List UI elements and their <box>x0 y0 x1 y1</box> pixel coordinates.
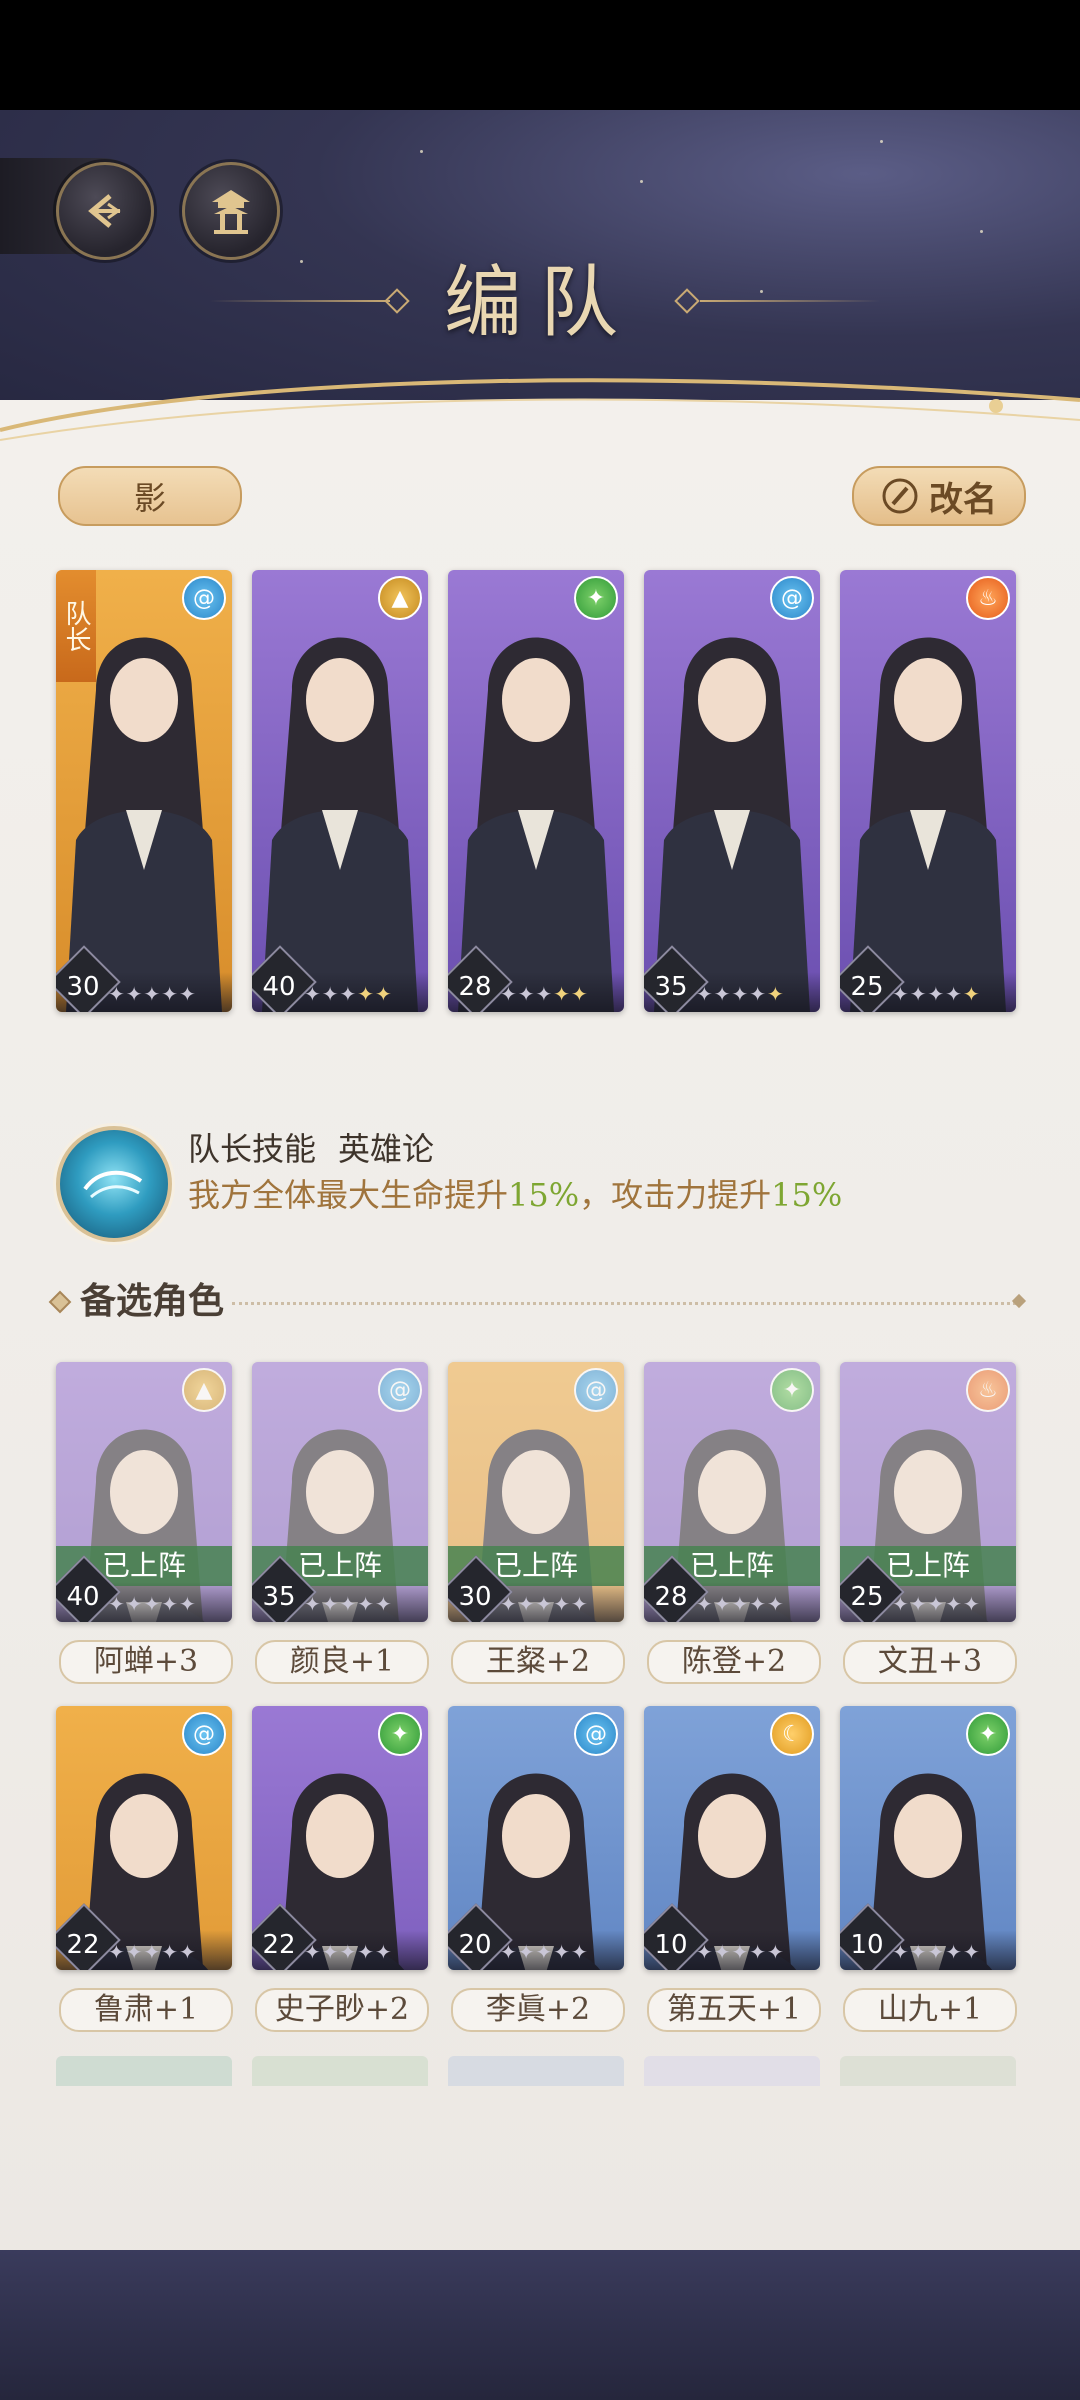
leader-tag: 队长 <box>56 570 96 682</box>
wood-element-icon: ✦ <box>378 1712 422 1756</box>
leader-skill-title: 队长技能 英雄论 <box>188 1124 434 1170</box>
star-rating: ✦✦✦✦✦ <box>304 1592 393 1616</box>
star-rating: ✦✦✦✦✦ <box>892 1592 981 1616</box>
footer-background <box>0 2250 1080 2400</box>
level-value: 35 <box>654 972 688 1002</box>
water-element-icon: @ <box>182 1712 226 1756</box>
earth-element-icon: ▲ <box>378 576 422 620</box>
bench-card[interactable]: @22 ✦✦✦✦✦ <box>56 1706 232 1970</box>
formation-slot-4[interactable]: @35 ✦✦✦✦✦ <box>644 570 820 1012</box>
formation-slot-3[interactable]: ✦ 28 ✦✦✦✦✦ <box>448 570 624 1012</box>
level-value: 10 <box>850 1930 884 1960</box>
skill-desc-part1: 我方全体最大生命提升 <box>188 1176 509 1214</box>
character-name: 山九+1 <box>843 1988 1017 2032</box>
star-rating: ✦✦✦✦✦ <box>696 1592 785 1616</box>
brush-icon <box>882 478 918 514</box>
wood-element-icon: ✦ <box>574 576 618 620</box>
fire-element-icon: ♨ <box>966 576 1010 620</box>
level-value: 20 <box>458 1930 492 1960</box>
bench-section-title: 备选角色 <box>80 1280 225 1322</box>
panel-gold-trim <box>0 378 1080 441</box>
formation-slot-2[interactable]: ▲ 40 ✦✦✦✦✦ <box>252 570 428 1012</box>
leader-skill-label: 队长技能 <box>188 1130 317 1168</box>
character-name: 史子眇+2 <box>255 1988 429 2032</box>
water-element-icon: @ <box>770 576 814 620</box>
water-element-icon: @ <box>182 576 226 620</box>
bench-card-partial[interactable] <box>252 2056 428 2086</box>
leader-skill-description: 我方全体最大生命提升15%，攻击力提升15% <box>188 1170 842 1216</box>
skill-value-hp: 15% <box>508 1176 580 1214</box>
moon-element-icon: ☾ <box>770 1712 814 1756</box>
character-name: 陈登+2 <box>647 1640 821 1684</box>
character-name: 颜良+1 <box>255 1640 429 1684</box>
star-rating: ✦✦✦✦✦ <box>304 1940 393 1964</box>
status-bar <box>0 0 1080 110</box>
bench-card[interactable]: ♨ 已上阵 25 ✦✦✦✦✦ <box>840 1362 1016 1622</box>
character-name: 阿蝉+3 <box>59 1640 233 1684</box>
leader-skill-icon[interactable] <box>56 1126 172 1242</box>
bench-card[interactable]: ✦ 10 ✦✦✦✦✦ <box>840 1706 1016 1970</box>
level-value: 10 <box>654 1930 688 1960</box>
star-rating: ✦✦✦✦✦ <box>500 982 589 1006</box>
star-rating: ✦✦✦✦✦ <box>696 982 785 1006</box>
character-name: 李眞+2 <box>451 1988 625 2032</box>
level-value: 40 <box>66 1582 100 1612</box>
rename-button[interactable]: 改名 <box>852 466 1026 526</box>
star-rating: ✦✦✦✦✦ <box>500 1592 589 1616</box>
level-value: 22 <box>66 1930 100 1960</box>
star-rating: ✦✦✦✦✦ <box>304 982 393 1006</box>
team-name-tab[interactable]: 影 <box>58 466 242 526</box>
star-rating: ✦✦✦✦✦ <box>892 982 981 1006</box>
bench-card-partial[interactable] <box>840 2056 1016 2086</box>
page-title: 编队 <box>443 258 636 348</box>
star-rating: ✦✦✦✦✦ <box>696 1940 785 1964</box>
team-name: 影 <box>133 479 166 517</box>
character-name: 王粲+2 <box>451 1640 625 1684</box>
level-value: 30 <box>458 1582 492 1612</box>
formation-slot-5[interactable]: ♨ 25 ✦✦✦✦✦ <box>840 570 1016 1012</box>
pavilion-icon <box>212 190 250 234</box>
bench-card[interactable]: @ 已上阵 30 ✦✦✦✦✦ <box>448 1362 624 1622</box>
level-value: 25 <box>850 1582 884 1612</box>
bench-card[interactable]: @20 ✦✦✦✦✦ <box>448 1706 624 1970</box>
star-rating: ✦✦✦✦✦ <box>892 1940 981 1964</box>
back-arrow-icon <box>88 194 121 228</box>
bench-card-partial[interactable] <box>56 2056 232 2086</box>
bench-card-partial[interactable] <box>448 2056 624 2086</box>
star-rating: ✦✦✦✦✦ <box>108 1592 197 1616</box>
star-rating: ✦✦✦✦✦ <box>108 1940 197 1964</box>
star-rating: ✦✦✦✦✦ <box>108 982 197 1006</box>
level-value: 30 <box>66 972 100 1002</box>
level-value: 35 <box>262 1582 296 1612</box>
level-value: 25 <box>850 972 884 1002</box>
level-value: 40 <box>262 972 296 1002</box>
leader-skill-name: 英雄论 <box>338 1130 435 1168</box>
wind-swirl-icon <box>83 1170 143 1199</box>
formation-slot-1[interactable]: @ 队长 30 ✦✦✦✦✦ <box>56 570 232 1012</box>
skill-desc-part2: ，攻击力提升 <box>579 1176 772 1214</box>
star-rating: ✦✦✦✦✦ <box>500 1940 589 1964</box>
rename-label: 改名 <box>929 479 997 520</box>
section-divider <box>232 1302 1022 1305</box>
bench-card[interactable]: ☾ 10 ✦✦✦✦✦ <box>644 1706 820 1970</box>
level-value: 28 <box>654 1582 688 1612</box>
character-name: 第五天+1 <box>647 1988 821 2032</box>
character-name: 鲁肃+1 <box>59 1988 233 2032</box>
skill-value-atk: 15% <box>771 1176 843 1214</box>
water-element-icon: @ <box>574 1712 618 1756</box>
bench-card[interactable]: @ 已上阵 35 ✦✦✦✦✦ <box>252 1362 428 1622</box>
bench-card[interactable]: ▲ 已上阵 40 ✦✦✦✦✦ <box>56 1362 232 1622</box>
level-value: 28 <box>458 972 492 1002</box>
bench-card-partial[interactable] <box>644 2056 820 2086</box>
bench-card[interactable]: ✦ 已上阵 28 ✦✦✦✦✦ <box>644 1362 820 1622</box>
character-name: 文丑+3 <box>843 1640 1017 1684</box>
level-value: 22 <box>262 1930 296 1960</box>
bench-card[interactable]: ✦ 22 ✦✦✦✦✦ <box>252 1706 428 1970</box>
wood-element-icon: ✦ <box>966 1712 1010 1756</box>
